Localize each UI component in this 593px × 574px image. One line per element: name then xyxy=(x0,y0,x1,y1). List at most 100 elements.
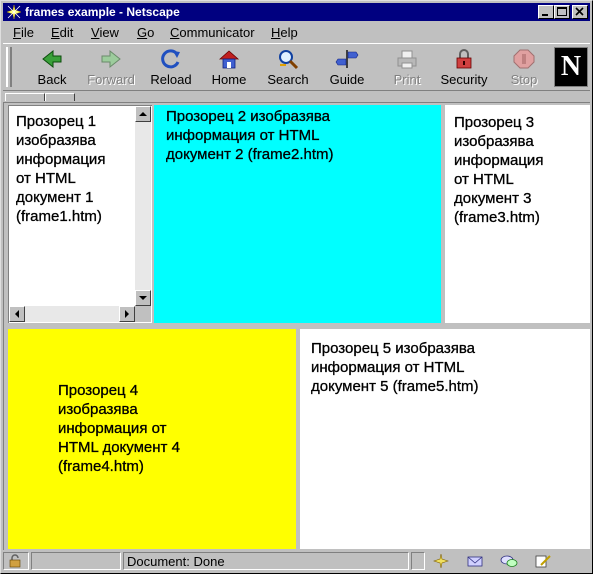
frame-1-line: (frame1.htm) xyxy=(16,208,102,225)
back-arrow-icon xyxy=(42,49,62,69)
browser-window: frames example - Netscape File Edit View… xyxy=(0,0,593,574)
home-icon xyxy=(218,50,240,69)
menu-go-mnemonic: G xyxy=(137,25,148,40)
close-button[interactable] xyxy=(572,5,588,19)
frame-3-text: Прозорец 3 изобразява информация от HTML… xyxy=(454,113,584,227)
guide-button[interactable]: Guide xyxy=(318,46,376,90)
menu-edit-mnemonic: E xyxy=(51,25,60,40)
scroll-down-button[interactable] xyxy=(135,290,151,306)
security-button[interactable]: Security xyxy=(435,46,493,90)
composer-component-icon[interactable] xyxy=(533,553,553,569)
frame-4-line: Прозорец 4 xyxy=(58,382,139,399)
security-label: Security xyxy=(440,72,488,87)
frame-1-line: информация xyxy=(16,151,106,168)
maximize-icon xyxy=(557,7,567,16)
frame-3: Прозорец 3 изобразява информация от HTML… xyxy=(445,105,590,323)
menu-edit[interactable]: Edit xyxy=(51,25,73,40)
frame-1-line: Прозорец 1 xyxy=(16,113,97,130)
status-text: Document: Done xyxy=(127,554,225,569)
frame-2-line: документ 2 (frame2.htm) xyxy=(166,146,334,163)
menu-communicator[interactable]: Communicator xyxy=(170,25,255,40)
collapse-toolbar-tab[interactable] xyxy=(5,93,45,101)
frame-3-line: Прозорец 3 xyxy=(454,114,535,131)
frame-4-line: информация от xyxy=(58,420,167,437)
menu-go[interactable]: Go xyxy=(137,25,154,40)
forward-button[interactable]: Forward xyxy=(82,46,140,90)
minimize-button[interactable] xyxy=(538,5,554,19)
menu-bar: File Edit View Go Communicator Help xyxy=(3,22,590,42)
netscape-app-icon[interactable] xyxy=(6,4,22,20)
stop-label: Stop xyxy=(510,72,538,87)
menu-communicator-mnemonic: C xyxy=(170,25,180,40)
frame-1-horizontal-scrollbar[interactable] xyxy=(9,306,135,322)
minimize-icon xyxy=(542,14,548,16)
stop-icon xyxy=(513,49,535,69)
status-grip xyxy=(411,552,425,570)
toolbar-grip[interactable] xyxy=(6,47,12,87)
status-bar: Document: Done xyxy=(3,551,590,571)
menu-edit-rest: dit xyxy=(59,25,74,40)
menu-file-rest: ile xyxy=(20,25,34,40)
frame-4-line: изобразява xyxy=(58,401,138,418)
frame-1-line: документ 1 xyxy=(16,189,94,206)
home-button[interactable]: Home xyxy=(200,46,258,90)
menu-help-mnemonic: H xyxy=(271,25,281,40)
frame-2: Прозорец 2 изобразява информация от HTML… xyxy=(154,105,441,323)
toolbar-tab-strip xyxy=(3,92,590,102)
frame-4-text: Прозорец 4 изобразява информация от HTML… xyxy=(58,381,278,476)
guide-label: Guide xyxy=(329,72,365,87)
stop-button[interactable]: Stop xyxy=(495,46,553,90)
navigator-component-icon[interactable] xyxy=(431,553,451,569)
frame-3-line: от HTML xyxy=(454,171,514,188)
menu-view[interactable]: View xyxy=(91,25,119,40)
menu-help-rest: elp xyxy=(280,25,298,40)
printer-icon xyxy=(397,50,417,69)
frame-1-text: Прозорец 1 изобразява информация от HTML… xyxy=(16,112,134,226)
status-lock-icon xyxy=(9,554,21,568)
menu-help[interactable]: Help xyxy=(271,25,298,40)
menu-file[interactable]: File xyxy=(13,25,34,40)
frame-4: Прозорец 4 изобразява информация от HTML… xyxy=(8,329,296,549)
home-label: Home xyxy=(211,72,247,87)
scroll-right-button[interactable] xyxy=(119,306,135,322)
collapse-location-tab[interactable] xyxy=(45,93,75,101)
frame-1-vertical-scrollbar[interactable] xyxy=(135,106,151,306)
forward-arrow-icon xyxy=(101,49,121,69)
scroll-left-button[interactable] xyxy=(9,306,25,322)
title-bar[interactable]: frames example - Netscape xyxy=(3,3,590,21)
arrow-down-icon xyxy=(139,296,147,300)
navigation-toolbar: Back Forward Reload Home Search Guide Pr… xyxy=(3,43,590,91)
frame-5-line: информация от HTML xyxy=(311,359,465,376)
frame-2-line: информация от HTML xyxy=(166,127,320,144)
print-button[interactable]: Print xyxy=(378,46,436,90)
netscape-logo[interactable]: N xyxy=(554,47,588,87)
search-icon xyxy=(279,50,299,70)
frame-1-line: от HTML xyxy=(16,170,76,187)
reload-button[interactable]: Reload xyxy=(142,46,200,90)
frame-1-line: изобразява xyxy=(16,132,96,149)
reload-label: Reload xyxy=(150,72,192,87)
frame-3-line: информация xyxy=(454,152,544,169)
scrollbar-corner xyxy=(135,306,151,322)
menu-go-rest: o xyxy=(147,25,155,40)
arrow-up-icon xyxy=(139,112,147,116)
frame-5-line: документ 5 (frame5.htm) xyxy=(311,378,479,395)
window-title: frames example - Netscape xyxy=(25,5,180,19)
discussion-component-icon[interactable] xyxy=(499,553,519,569)
frame-3-line: (frame3.htm) xyxy=(454,209,540,226)
close-icon xyxy=(575,7,584,16)
frame-5-text: Прозорец 5 изобразява информация от HTML… xyxy=(311,339,581,396)
search-button[interactable]: Search xyxy=(259,46,317,90)
frame-2-line: Прозорец 2 изобразява xyxy=(166,108,330,125)
maximize-button[interactable] xyxy=(554,5,570,19)
forward-label: Forward xyxy=(87,72,135,87)
print-label: Print xyxy=(393,72,421,87)
back-button[interactable]: Back xyxy=(23,46,81,90)
guide-icon xyxy=(335,50,359,68)
security-status-pane[interactable] xyxy=(3,552,29,570)
back-label: Back xyxy=(37,72,67,87)
scroll-up-button[interactable] xyxy=(135,106,151,122)
frame-5-line: Прозорец 5 изобразява xyxy=(311,340,475,357)
progress-pane xyxy=(31,552,121,570)
mail-component-icon[interactable] xyxy=(465,553,485,569)
